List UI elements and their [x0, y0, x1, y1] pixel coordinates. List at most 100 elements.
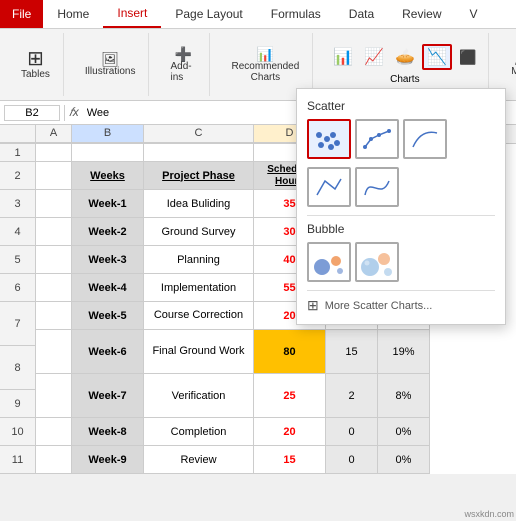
scatter-dots-button[interactable] [307, 119, 351, 159]
cell-f10[interactable]: 0% [378, 418, 430, 446]
cell-e8[interactable]: 15 [326, 330, 378, 374]
tab-home[interactable]: Home [43, 0, 103, 28]
scatter-smooth-button[interactable] [403, 119, 447, 159]
row-header-4: 4 [0, 218, 36, 246]
cell-a11[interactable] [36, 446, 72, 474]
cell-reference-input[interactable] [4, 105, 60, 121]
ribbon-tabs: File Home Insert Page Layout Formulas Da… [0, 0, 516, 29]
cell-a1[interactable] [36, 144, 72, 162]
cell-a5[interactable] [36, 246, 72, 274]
cell-f8[interactable]: 19% [378, 330, 430, 374]
cell-b1[interactable] [72, 144, 144, 162]
cell-d11[interactable]: 15 [254, 446, 326, 474]
cell-b6[interactable]: Week-4 [72, 274, 144, 302]
pie-chart-button[interactable]: 🥧 [391, 45, 419, 69]
scatter-divider [307, 215, 495, 216]
area-chart-button[interactable]: ⬛ [455, 47, 480, 68]
cell-b4[interactable]: Week-2 [72, 218, 144, 246]
cell-a6[interactable] [36, 274, 72, 302]
rec-charts-icon: 📊 [257, 47, 274, 61]
cell-a8[interactable] [36, 330, 72, 374]
cell-c11[interactable]: Review [144, 446, 254, 474]
cell-c7[interactable]: Course Correction [144, 302, 254, 330]
cell-c4-ground-survey[interactable]: Ground Survey [144, 218, 254, 246]
cell-a10[interactable] [36, 418, 72, 446]
cell-b2-weeks[interactable]: Weeks [72, 162, 144, 190]
cell-b3[interactable]: Week-1 [72, 190, 144, 218]
cell-b8[interactable]: Week-6 [72, 330, 144, 374]
col-header-a: A [36, 125, 72, 143]
cell-e9[interactable]: 2 [326, 374, 378, 418]
cell-d8[interactable]: 80 [254, 330, 326, 374]
bubble3d-button[interactable] [355, 242, 399, 282]
cell-c6[interactable]: Implementation [144, 274, 254, 302]
maps-group: 🗺 Maps [497, 33, 516, 96]
area-chart-icon: ⬛ [459, 49, 476, 66]
cell-c1[interactable] [144, 144, 254, 162]
cell-e11[interactable]: 0 [326, 446, 378, 474]
scatter-nomarker-button[interactable] [307, 167, 351, 207]
cell-e10[interactable]: 0 [326, 418, 378, 446]
scatter-icons-row2 [307, 167, 495, 207]
header-corner [0, 125, 36, 143]
tab-view[interactable]: V [456, 0, 492, 28]
cell-a2[interactable] [36, 162, 72, 190]
cell-f11[interactable]: 0% [378, 446, 430, 474]
tab-formulas[interactable]: Formulas [257, 0, 335, 28]
maps-button[interactable]: 🗺 Maps [505, 49, 516, 80]
row-header-6: 6 [0, 274, 36, 302]
addins-label: Add-ins [170, 61, 196, 83]
row-header-7: 7 [0, 302, 36, 346]
row-header-5: 5 [0, 246, 36, 274]
more-scatter-charts-link[interactable]: ⊞ More Scatter Charts... [307, 297, 495, 314]
illustrations-button[interactable]: 🖼 Illustrations [80, 49, 141, 80]
cell-a3[interactable] [36, 190, 72, 218]
cell-f9[interactable]: 8% [378, 374, 430, 418]
bar-chart-button[interactable]: 📉 [422, 44, 452, 70]
cell-c8-final-ground-work[interactable]: Final Ground Work [144, 330, 254, 374]
tables-label: Tables [21, 69, 50, 80]
addins-group: ➕ Add-ins [157, 33, 210, 96]
tab-pagelayout[interactable]: Page Layout [161, 0, 256, 28]
cell-c5[interactable]: Planning [144, 246, 254, 274]
bubble-icon [310, 245, 348, 279]
cell-b5[interactable]: Week-3 [72, 246, 144, 274]
bar-chart-icon: 📉 [427, 47, 447, 67]
tables-icon: ⊞ [27, 49, 44, 69]
tables-button[interactable]: ⊞ Tables [16, 46, 55, 83]
cell-c9[interactable]: Verification [144, 374, 254, 418]
scatter-icons-row [307, 119, 495, 159]
pie-chart-icon: 🥧 [395, 47, 415, 67]
scatter-popup: Scatter [296, 88, 506, 325]
cell-d10[interactable]: 20 [254, 418, 326, 446]
tab-file[interactable]: File [0, 0, 43, 28]
recommended-charts-button[interactable]: 📊 RecommendedCharts [226, 44, 304, 86]
cell-a4[interactable] [36, 218, 72, 246]
fx-icon: 𝑓x [69, 105, 79, 120]
scatter-lines-icon [361, 125, 393, 153]
cell-b10[interactable]: Week-8 [72, 418, 144, 446]
line-chart-button[interactable]: 📈 [360, 45, 388, 69]
tab-data[interactable]: Data [335, 0, 388, 28]
bubble3d-icon [358, 245, 396, 279]
cell-d9[interactable]: 25 [254, 374, 326, 418]
grid-row-8: Week-6 Final Ground Work 80 15 19% [36, 330, 516, 374]
cell-a7[interactable] [36, 302, 72, 330]
tab-review[interactable]: Review [388, 0, 455, 28]
bubble-button[interactable] [307, 242, 351, 282]
illustrations-icon: 🖼 [101, 52, 119, 66]
cell-c10-completion[interactable]: Completion [144, 418, 254, 446]
cell-b7[interactable]: Week-5 [72, 302, 144, 330]
cell-c3[interactable]: Idea Buliding [144, 190, 254, 218]
addins-button[interactable]: ➕ Add-ins [165, 44, 201, 86]
addins-icon: ➕ [175, 47, 192, 61]
formula-bar-divider [64, 105, 65, 121]
cell-a9[interactable] [36, 374, 72, 418]
column-chart-button[interactable]: 📊 [329, 45, 357, 69]
cell-b11[interactable]: Week-9 [72, 446, 144, 474]
tab-insert[interactable]: Insert [103, 0, 161, 28]
scatter-smooth2-button[interactable] [355, 167, 399, 207]
cell-c2-phase[interactable]: Project Phase [144, 162, 254, 190]
cell-b9[interactable]: Week-7 [72, 374, 144, 418]
scatter-lines-button[interactable] [355, 119, 399, 159]
